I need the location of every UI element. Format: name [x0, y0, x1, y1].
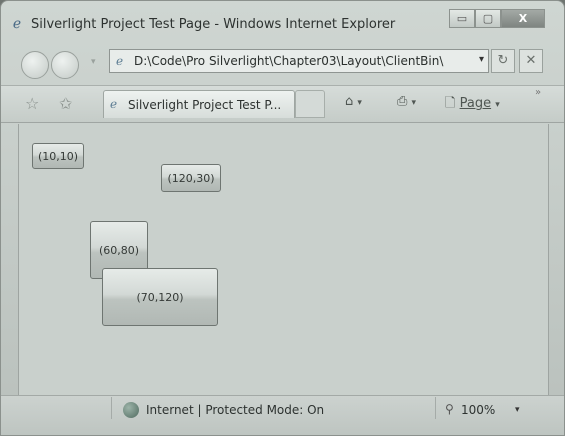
tab-label: Silverlight Project Test P... [128, 98, 282, 112]
internet-explorer-icon: ℯ [12, 16, 22, 32]
more-commands-icon[interactable]: » [535, 87, 541, 98]
home-icon: ⌂ [345, 94, 354, 109]
page-menu-button[interactable]: 🗋 Page ▾ [445, 94, 500, 116]
window-controls: ▭ ▢ X [449, 9, 545, 29]
page-menu-label: Page [459, 96, 492, 111]
zoom-level[interactable]: 100% [461, 403, 495, 417]
print-icon: ⎙ [397, 94, 408, 109]
print-dropdown-icon[interactable]: ▾ [412, 98, 417, 108]
zoom-dropdown-icon[interactable]: ▾ [515, 405, 520, 415]
home-dropdown-icon[interactable]: ▾ [357, 98, 362, 108]
status-separator [435, 397, 436, 419]
security-zone-text: Internet | Protected Mode: On [146, 403, 325, 417]
zoom-icon[interactable]: ⚲ [445, 402, 454, 416]
title-bar: ℯ Silverlight Project Test Page - Window… [1, 1, 564, 43]
address-text[interactable]: D:\Code\Pro Silverlight\Chapter03\Layout… [134, 54, 460, 68]
canvas-button-70-120[interactable]: (70,120) [102, 268, 218, 326]
new-tab-button[interactable] [295, 90, 325, 118]
recent-pages-dropdown-icon[interactable]: ▾ [91, 57, 96, 67]
tab-page-icon: ℯ [110, 97, 118, 111]
status-separator [111, 397, 112, 419]
address-dropdown-icon[interactable]: ▾ [479, 54, 484, 65]
globe-icon [123, 402, 139, 418]
silverlight-content-area: (10,10) (120,30) (60,80) (70,120) [18, 124, 549, 395]
refresh-button[interactable]: ↻ [491, 49, 515, 73]
tab-silverlight-test-page[interactable]: ℯ Silverlight Project Test P... [103, 90, 295, 118]
close-button[interactable]: X [501, 9, 545, 28]
maximize-button[interactable]: ▢ [475, 9, 501, 28]
canvas-button-120-30[interactable]: (120,30) [161, 164, 221, 192]
page-dropdown-icon: ▾ [495, 100, 500, 110]
back-button[interactable] [21, 51, 49, 79]
print-button[interactable]: ⎙ ▾ [397, 94, 416, 109]
minimize-button[interactable]: ▭ [449, 9, 475, 28]
page-menu-icon: 🗋 [445, 96, 456, 111]
favorites-star-icon[interactable]: ☆ [25, 94, 39, 113]
browser-window: ℯ Silverlight Project Test Page - Window… [0, 0, 565, 436]
home-button[interactable]: ⌂ ▾ [345, 94, 362, 109]
stop-button[interactable]: ✕ [519, 49, 543, 73]
add-favorites-icon[interactable]: ✩ [59, 94, 72, 113]
address-bar[interactable]: ℯ D:\Code\Pro Silverlight\Chapter03\Layo… [109, 49, 489, 73]
window-title: Silverlight Project Test Page - Windows … [31, 17, 396, 32]
page-icon: ℯ [116, 54, 124, 68]
canvas-button-10-10[interactable]: (10,10) [32, 143, 84, 169]
forward-button[interactable] [51, 51, 79, 79]
